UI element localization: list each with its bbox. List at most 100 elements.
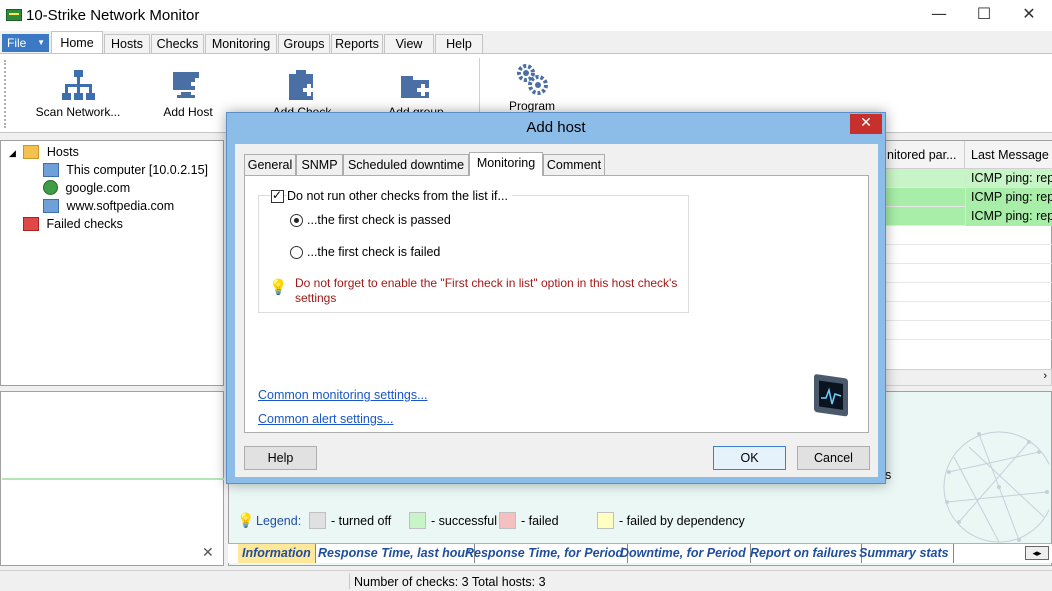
tree-hosts-label: Hosts xyxy=(46,145,79,159)
title-bar: 10-Strike Network Monitor — ☐ ✕ xyxy=(0,0,1052,31)
program-settings-button[interactable]: Program xyxy=(496,54,568,114)
legend-swatch-failed-dependency xyxy=(597,512,614,529)
table-row[interactable]: ICMP ping: repl xyxy=(881,169,1052,188)
bottom-tab-bar: Information Response Time, last hour Res… xyxy=(228,543,1052,563)
gears-icon xyxy=(517,64,548,95)
tab-reports[interactable]: Reports xyxy=(331,34,383,54)
tab-downtime-period[interactable]: Downtime, for Period xyxy=(616,544,751,563)
window-title: 10-Strike Network Monitor xyxy=(26,7,200,24)
tab-hosts[interactable]: Hosts xyxy=(104,34,150,54)
status-line xyxy=(2,478,224,480)
legend-failed: - failed xyxy=(521,514,559,528)
table-row[interactable]: ICMP ping: repl xyxy=(881,188,1052,207)
last-message-cell: ICMP ping: repl xyxy=(965,207,1052,226)
tab-scroll-arrows-icon[interactable]: ◂▸ xyxy=(1025,546,1049,560)
legend-swatch-failed xyxy=(499,512,516,529)
tree-collapse-icon[interactable]: ◢ xyxy=(9,148,16,158)
lightbulb-icon: 💡 xyxy=(237,512,255,528)
legend-failed-dependency: - failed by dependency xyxy=(619,514,745,528)
tab-groups[interactable]: Groups xyxy=(278,34,330,54)
add-host-icon xyxy=(173,72,203,98)
checks-condition-group: Do not run other checks from the list if… xyxy=(258,188,689,313)
radio-passed-label: ...the first check is passed xyxy=(307,213,451,227)
common-monitoring-settings-link[interactable]: Common monitoring settings... xyxy=(258,388,428,402)
table-row[interactable]: ICMP ping: repl xyxy=(881,207,1052,226)
table-row-empty xyxy=(881,321,1052,340)
legend-swatch-successful xyxy=(409,512,426,529)
column-monitored-params[interactable]: nitored par... xyxy=(881,141,965,169)
tree-failed-label: Failed checks xyxy=(46,217,123,231)
dialog-title: Add host xyxy=(526,119,586,136)
monitor-device-icon xyxy=(814,374,848,417)
tab-response-time-period[interactable]: Response Time, for Period xyxy=(461,544,629,563)
last-message-cell: ICMP ping: repl xyxy=(965,169,1052,188)
lightbulb-icon: 💡 xyxy=(269,279,288,296)
dialog-tab-general[interactable]: General xyxy=(244,154,296,175)
tree-node-failed-checks[interactable]: Failed checks xyxy=(23,215,123,233)
legend-successful: - successful xyxy=(431,514,497,528)
tab-checks[interactable]: Checks xyxy=(151,34,204,54)
help-button[interactable]: Help xyxy=(244,446,317,470)
ribbon-tab-bar: File ▼ Home Hosts Checks Monitoring Grou… xyxy=(0,31,1052,54)
tab-response-time-last-hour[interactable]: Response Time, last hour xyxy=(314,544,475,563)
scroll-right-icon[interactable]: › xyxy=(1043,370,1047,382)
dialog-tab-snmp[interactable]: SNMP xyxy=(296,154,343,175)
legend-swatch-turned-off xyxy=(309,512,326,529)
radio-first-check-failed[interactable] xyxy=(290,246,303,259)
chevron-down-icon: ▼ xyxy=(37,38,45,47)
scan-network-label: Scan Network... xyxy=(35,105,121,119)
tab-view[interactable]: View xyxy=(384,34,434,54)
column-last-message[interactable]: Last Message xyxy=(965,141,1052,169)
ribbon-grip xyxy=(4,60,8,128)
network-graphic xyxy=(943,431,1049,543)
host-tree: ◢ Hosts This computer [10.0.2.15] google… xyxy=(0,140,224,386)
app-logo-icon xyxy=(6,9,22,21)
computer-icon xyxy=(43,162,59,177)
tree-item-label: google.com xyxy=(65,181,131,195)
folder-add-icon xyxy=(401,76,429,98)
do-not-run-label: Do not run other checks from the list if… xyxy=(287,189,512,203)
computer-icon xyxy=(43,198,59,213)
common-alert-settings-link[interactable]: Common alert settings... xyxy=(258,412,393,426)
tab-information[interactable]: Information xyxy=(238,544,316,563)
tab-help[interactable]: Help xyxy=(435,34,483,54)
close-window-button[interactable]: ✕ xyxy=(1006,0,1052,30)
dialog-tab-monitoring[interactable]: Monitoring xyxy=(469,152,543,176)
table-row-empty xyxy=(881,302,1052,321)
ok-button[interactable]: OK xyxy=(713,446,786,470)
maximize-button[interactable]: ☐ xyxy=(961,0,1007,30)
tab-home[interactable]: Home xyxy=(51,31,103,54)
radio-first-check-passed[interactable] xyxy=(290,214,303,227)
dialog-close-button[interactable]: ✕ xyxy=(850,114,882,134)
dialog-tab-scheduled-downtime[interactable]: Scheduled downtime xyxy=(343,154,469,175)
tree-node-softpedia[interactable]: www.softpedia.com xyxy=(43,197,174,215)
tree-item-label: This computer [10.0.2.15] xyxy=(66,163,208,177)
table-row-empty xyxy=(881,226,1052,245)
program-label: Program xyxy=(508,99,555,113)
failed-folder-icon xyxy=(23,216,39,231)
file-menu-button[interactable]: File ▼ xyxy=(2,34,49,52)
monitoring-tab-page: Do not run other checks from the list if… xyxy=(244,175,869,433)
table-row-empty xyxy=(881,264,1052,283)
tree-node-this-computer[interactable]: This computer [10.0.2.15] xyxy=(43,161,208,179)
tab-monitoring[interactable]: Monitoring xyxy=(205,34,277,54)
status-separator xyxy=(349,573,350,589)
table-row-empty xyxy=(881,245,1052,264)
tab-report-failures[interactable]: Report on failures xyxy=(746,544,862,563)
add-host-button[interactable]: Add Host xyxy=(152,54,224,132)
status-text: Number of checks: 3 Total hosts: 3 xyxy=(354,575,546,589)
tab-summary-stats[interactable]: Summary stats xyxy=(855,544,954,563)
add-host-dialog: Add host ✕ General SNMP Scheduled downti… xyxy=(226,112,886,484)
close-panel-icon[interactable]: ✕ xyxy=(202,544,214,561)
file-menu-label: File xyxy=(7,36,27,50)
do-not-run-checkbox[interactable] xyxy=(271,188,284,203)
scan-network-button[interactable]: Scan Network... xyxy=(30,54,126,132)
tree-node-google[interactable]: google.com xyxy=(43,179,130,197)
dialog-tab-comment[interactable]: Comment xyxy=(543,154,605,175)
tree-node-hosts[interactable]: ◢ Hosts xyxy=(9,143,79,161)
status-bar: Number of checks: 3 Total hosts: 3 xyxy=(0,570,1052,591)
minimize-button[interactable]: — xyxy=(916,0,962,30)
hint-text: Do not forget to enable the "First check… xyxy=(295,276,678,305)
cancel-button[interactable]: Cancel xyxy=(797,446,870,470)
globe-icon xyxy=(43,180,58,196)
